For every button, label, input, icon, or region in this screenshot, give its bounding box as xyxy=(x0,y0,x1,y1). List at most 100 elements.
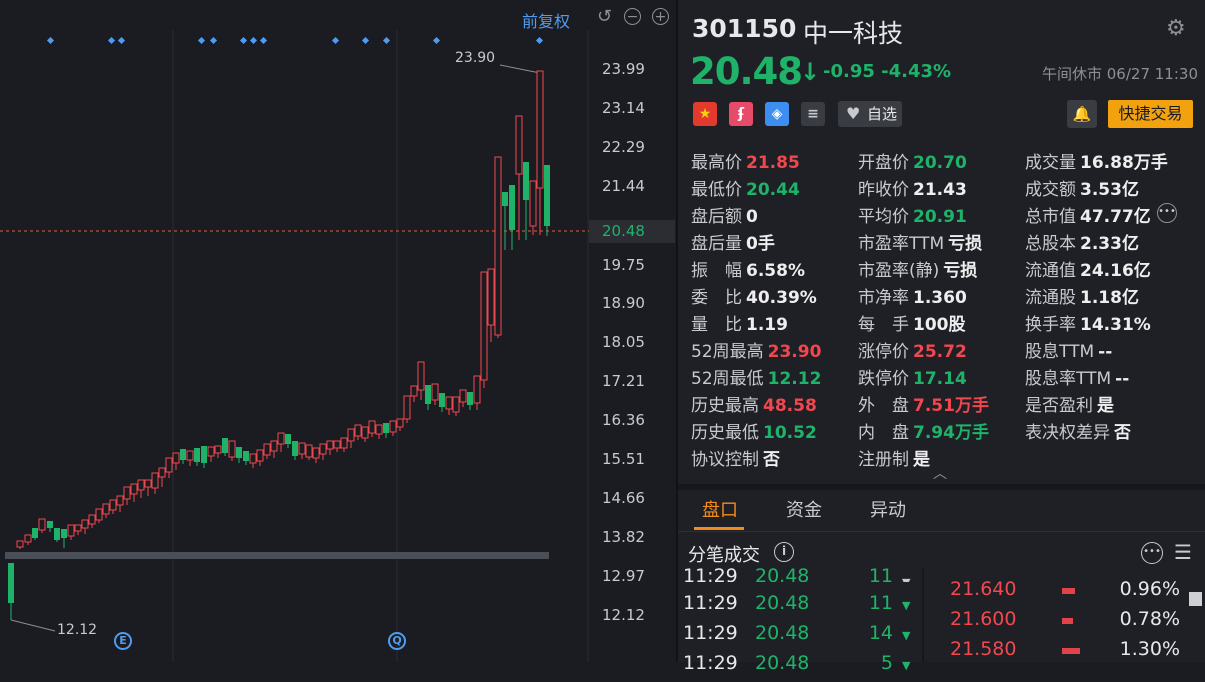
stat-col3-3: 总股本 2.33亿 xyxy=(1025,229,1139,254)
stat-label: 历史最高 xyxy=(691,396,759,416)
news-marker[interactable] xyxy=(239,36,248,45)
more-options-icon[interactable]: ••• xyxy=(1141,542,1163,564)
stat-value: 3.53亿 xyxy=(1080,180,1139,200)
news-marker[interactable] xyxy=(535,36,544,45)
stat-value: 24.16亿 xyxy=(1080,261,1151,281)
stat-col1-5: 委 比 40.39% xyxy=(691,283,817,308)
market-status: 午间休市 06/27 11:30 xyxy=(1042,65,1198,83)
tab-yidong[interactable]: 异动 xyxy=(870,496,906,522)
candlestick xyxy=(502,192,508,250)
news-marker[interactable] xyxy=(432,36,441,45)
stat-label: 涨停价 xyxy=(858,342,909,362)
candlestick xyxy=(54,528,60,542)
quick-trade-button[interactable]: 快捷交易 xyxy=(1108,100,1193,128)
news-marker[interactable] xyxy=(249,36,258,45)
stat-label: 昨收价 xyxy=(858,180,909,200)
reset-icon[interactable]: ↺ xyxy=(596,8,613,26)
news-marker[interactable] xyxy=(382,36,391,45)
candlestick xyxy=(396,418,404,431)
tab-zijin[interactable]: 资金 xyxy=(786,496,822,522)
news-marker[interactable] xyxy=(259,36,268,45)
news-marker[interactable] xyxy=(361,36,370,45)
news-marker[interactable] xyxy=(331,36,340,45)
note-icon[interactable]: ≡ xyxy=(801,102,825,126)
list-menu-icon[interactable]: ☰ xyxy=(1174,540,1192,564)
info-icon[interactable]: i xyxy=(774,542,794,562)
candlestick xyxy=(165,457,173,478)
stat-value: 否 xyxy=(763,450,780,470)
stat-label: 最高价 xyxy=(691,153,742,173)
stat-col1-10: 历史最低 10.52 xyxy=(691,418,817,443)
tab-pankou[interactable]: 盘口 xyxy=(702,496,738,522)
tick-row[interactable]: 11:29 20.48 11 ▼ xyxy=(678,592,922,622)
stat-label: 历史最低 xyxy=(691,423,759,443)
candlestick xyxy=(536,70,544,235)
adjust-mode-button[interactable]: 前复权 xyxy=(522,8,570,32)
stat-col1-0: 最高价 21.85 xyxy=(691,148,800,173)
stat-col1-7: 52周最高 23.90 xyxy=(691,337,821,362)
y-axis-label: 17.21 xyxy=(602,372,645,390)
y-axis-label: 23.14 xyxy=(602,99,645,117)
candlestick xyxy=(67,524,75,540)
candlestick xyxy=(130,483,138,502)
stat-label: 换手率 xyxy=(1025,315,1076,335)
stat-value: -- xyxy=(1115,369,1130,389)
candlestick xyxy=(467,392,473,410)
kline-canvas[interactable] xyxy=(0,0,676,662)
news-marker[interactable] xyxy=(117,36,126,45)
candlestick xyxy=(186,450,194,466)
level-bar xyxy=(1062,588,1075,594)
watchlist-button[interactable]: ♥ 自选 xyxy=(838,101,902,127)
candlestick xyxy=(116,495,124,512)
level-price: 21.640 xyxy=(950,578,1017,600)
candlestick xyxy=(459,389,467,407)
candlestick xyxy=(109,499,117,514)
stat-value: 14.31% xyxy=(1080,315,1151,335)
lightning-icon[interactable]: ʄ xyxy=(729,102,753,126)
news-marker[interactable] xyxy=(107,36,116,45)
candlestick xyxy=(544,165,550,236)
candlestick xyxy=(243,451,249,465)
stat-col1-9: 历史最高 48.58 xyxy=(691,391,817,416)
stat-col2-10: 内 盘 7.94万手 xyxy=(858,418,989,443)
more-icon[interactable]: ••• xyxy=(1157,203,1177,223)
stat-value: 21.85 xyxy=(746,153,800,173)
candlestick xyxy=(480,271,488,388)
candlestick xyxy=(32,528,38,540)
tag-icon[interactable]: ◈ xyxy=(765,102,789,126)
low-price-marker: 12.12 xyxy=(57,622,98,638)
stat-col2-8: 跌停价 17.14 xyxy=(858,364,967,389)
news-marker[interactable] xyxy=(209,36,218,45)
stat-col2-6: 每 手 100股 xyxy=(858,310,966,335)
chevron-up-icon[interactable]: ︿ xyxy=(933,463,947,483)
scrollbar-thumb[interactable] xyxy=(1189,592,1202,606)
tick-price: 20.48 xyxy=(755,592,810,614)
quarterly-event-icon[interactable]: Q xyxy=(388,632,406,650)
candlestick xyxy=(509,185,515,250)
tick-row[interactable]: 11:29 20.48 11 ▼ xyxy=(678,568,922,582)
candlestick xyxy=(312,447,320,463)
stat-col2-2: 平均价 20.91 xyxy=(858,202,967,227)
zoom-in-icon[interactable]: + xyxy=(652,8,669,25)
stat-value: 0 xyxy=(746,207,758,227)
stat-col2-7: 涨停价 25.72 xyxy=(858,337,967,362)
candlestick xyxy=(523,162,529,240)
earnings-event-icon[interactable]: E xyxy=(114,632,132,650)
tick-row[interactable]: 11:29 20.48 14 ▼ xyxy=(678,622,922,652)
stat-col3-9: 是否盈利是 xyxy=(1025,391,1114,416)
stat-value: 是 xyxy=(913,450,930,470)
tick-row[interactable]: 11:29 20.48 5 ▼ xyxy=(678,652,922,682)
stat-label: 内 盘 xyxy=(858,423,909,443)
candlestick xyxy=(361,426,369,442)
tick-volume: 14 xyxy=(868,622,893,644)
stat-label: 流通值 xyxy=(1025,261,1076,281)
gear-icon[interactable]: ⚙ xyxy=(1166,16,1186,41)
zoom-out-icon[interactable]: − xyxy=(624,8,641,25)
bell-icon[interactable]: 🔔 xyxy=(1067,100,1097,128)
news-marker[interactable] xyxy=(46,36,55,45)
level-bar xyxy=(1062,648,1080,654)
news-marker[interactable] xyxy=(197,36,206,45)
kline-chart[interactable]: 前复权 ↺ − + 23.99 23.14 22.29 21.44 20.48 19.75… xyxy=(0,0,676,662)
candlestick xyxy=(383,423,389,438)
stat-label: 委 比 xyxy=(691,288,742,308)
